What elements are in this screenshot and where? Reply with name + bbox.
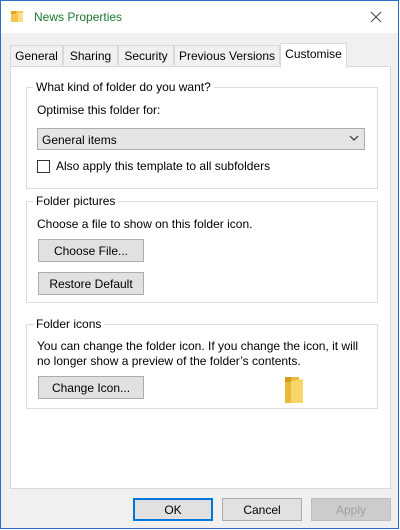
folder-icons-group: Folder icons You can change the folder i…: [26, 317, 378, 409]
folder-icon: [11, 11, 23, 22]
tab-sharing[interactable]: Sharing: [63, 45, 118, 65]
folder-pictures-group-label: Folder pictures: [33, 194, 119, 208]
optimise-label: Optimise this folder for:: [37, 103, 161, 117]
optimise-selected-value: General items: [42, 133, 117, 147]
folder-icons-group-label: Folder icons: [33, 317, 105, 331]
folder-type-group-label: What kind of folder do you want?: [33, 80, 214, 94]
folder-pictures-description: Choose a file to show on this folder ico…: [37, 217, 253, 231]
close-icon: [370, 11, 382, 23]
apply-subfolders-label[interactable]: Also apply this template to all subfolde…: [56, 159, 270, 173]
optimise-dropdown[interactable]: General items: [37, 128, 365, 150]
folder-icons-description-line1: You can change the folder icon. If you c…: [37, 339, 359, 353]
tab-previous-versions[interactable]: Previous Versions: [174, 45, 280, 65]
window-title-suffix: Properties: [67, 10, 123, 24]
restore-default-button[interactable]: Restore Default: [38, 272, 144, 295]
ok-button[interactable]: OK: [133, 498, 213, 521]
tab-customise[interactable]: Customise: [280, 43, 347, 68]
tab-security[interactable]: Security: [118, 45, 174, 65]
window-title-name: News: [34, 10, 65, 24]
title-bar[interactable]: News Properties: [1, 1, 398, 33]
cancel-button[interactable]: Cancel: [222, 498, 302, 521]
tab-strip: General Sharing Security Previous Versio…: [10, 43, 389, 68]
change-icon-button[interactable]: Change Icon...: [38, 376, 144, 399]
apply-button[interactable]: Apply: [311, 498, 391, 521]
window-title: News Properties: [34, 10, 122, 24]
folder-preview-icon: [285, 377, 303, 403]
apply-subfolders-checkbox[interactable]: [37, 160, 50, 173]
folder-icons-description-line2: no longer show a preview of the folder’s…: [37, 354, 301, 368]
customise-panel: What kind of folder do you want? Optimis…: [10, 66, 391, 489]
close-button[interactable]: [354, 1, 398, 33]
properties-dialog: News Properties General Sharing Security…: [0, 0, 399, 529]
folder-type-group: What kind of folder do you want? Optimis…: [26, 80, 378, 189]
tab-general[interactable]: General: [10, 45, 63, 65]
chevron-down-icon: [349, 135, 359, 141]
folder-pictures-group: Folder pictures Choose a file to show on…: [26, 194, 378, 303]
choose-file-button[interactable]: Choose File...: [38, 239, 144, 262]
